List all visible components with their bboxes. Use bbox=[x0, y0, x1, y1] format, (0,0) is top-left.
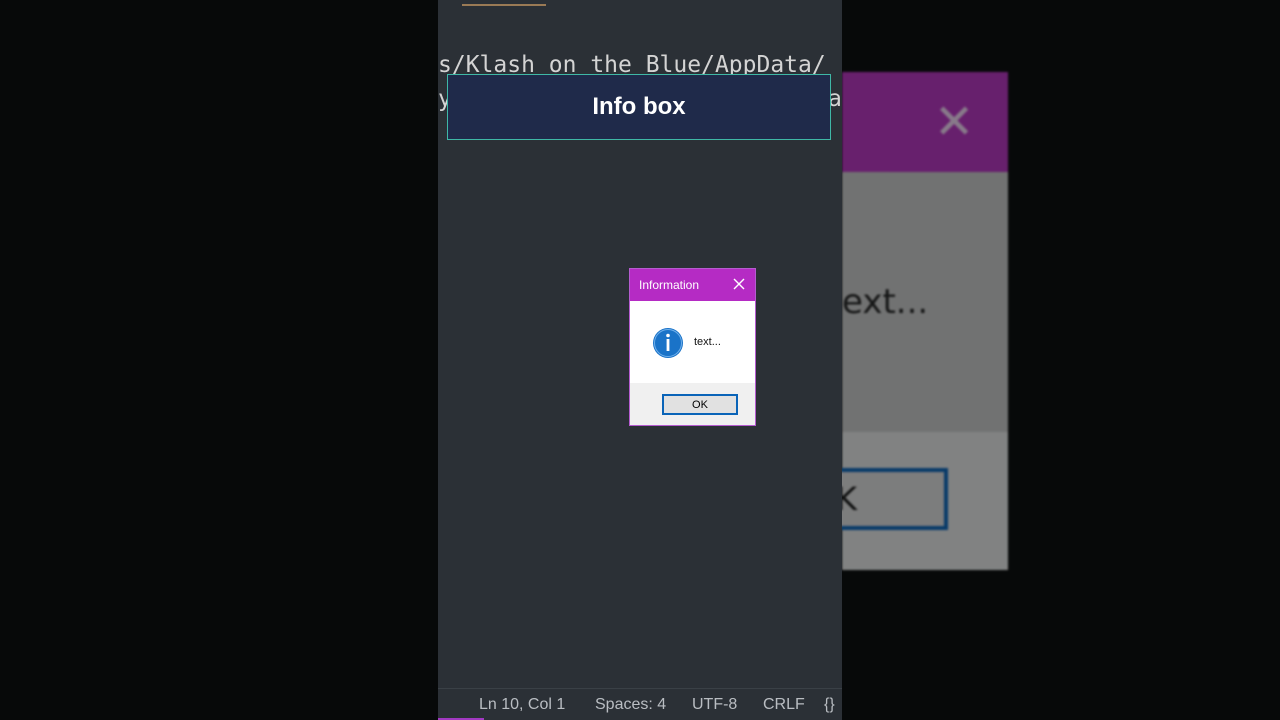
encoding[interactable]: UTF-8 bbox=[692, 696, 737, 714]
code-editor: s/Klash on the Blue/AppData/ y a Info bo… bbox=[438, 0, 842, 720]
ok-button[interactable]: OK bbox=[662, 394, 738, 415]
caption-banner: Info box bbox=[447, 74, 831, 140]
dialog-body: text... bbox=[630, 301, 755, 383]
language-mode-icon[interactable]: {} bbox=[824, 696, 835, 714]
dialog-message: text... bbox=[694, 336, 721, 348]
blurred-dialog: ✕ ext... K bbox=[842, 72, 1008, 570]
blurred-dialog-titlebar: ✕ bbox=[842, 72, 1008, 172]
cursor-position[interactable]: Ln 10, Col 1 bbox=[479, 696, 565, 714]
blurred-ok-button: K bbox=[842, 468, 948, 530]
indentation[interactable]: Spaces: 4 bbox=[595, 696, 666, 714]
dialog-titlebar: Information bbox=[630, 269, 755, 301]
banner-title: Info box bbox=[592, 93, 686, 120]
line-ending[interactable]: CRLF bbox=[763, 696, 805, 714]
background-left bbox=[0, 0, 438, 720]
close-icon[interactable] bbox=[731, 274, 747, 294]
blurred-close-icon: ✕ bbox=[934, 94, 975, 150]
blurred-dialog-text: ext... bbox=[842, 282, 929, 322]
dialog-title: Information bbox=[639, 278, 700, 292]
status-bar: Ln 10, Col 1 Spaces: 4 UTF-8 CRLF {} bbox=[438, 688, 842, 720]
tab-indicator bbox=[462, 4, 546, 6]
information-dialog: Information text... OK bbox=[629, 268, 756, 426]
info-icon bbox=[652, 327, 684, 359]
background-right: ✕ ext... K bbox=[842, 0, 1280, 720]
dialog-footer: OK bbox=[630, 383, 755, 425]
